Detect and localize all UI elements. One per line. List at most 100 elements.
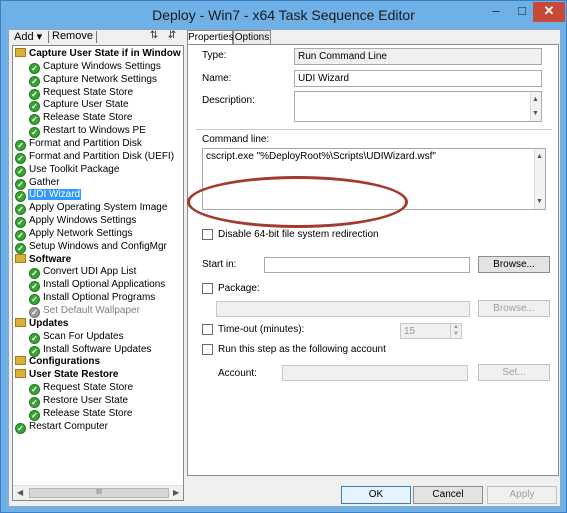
tree-item[interactable]: ✓ Restart Computer bbox=[15, 420, 109, 434]
tree-item-label: Apply Windows Settings bbox=[29, 215, 137, 227]
tree-item[interactable]: ✓ Install Optional Programs bbox=[29, 291, 156, 306]
tree-item[interactable]: ✓ Release State Store bbox=[29, 111, 134, 126]
tree-item[interactable]: Capture User State if in Window bbox=[15, 47, 182, 60]
tree-item-label: Restart Computer bbox=[29, 420, 108, 432]
command-line-input[interactable]: cscript.exe "%DeployRoot%\Scripts\UDIWiz… bbox=[202, 148, 546, 210]
tree-item[interactable]: Configurations bbox=[15, 355, 101, 368]
command-line-label: Command line: bbox=[202, 134, 270, 145]
tree-item[interactable]: ✓ Setup Windows and ConfigMgr bbox=[15, 240, 168, 254]
tree-horizontal-scrollbar[interactable]: ◀ III ▶ bbox=[13, 485, 183, 500]
tree-item[interactable]: ✓ Release State Store bbox=[29, 407, 134, 421]
tree-item-label: Capture Network Settings bbox=[43, 73, 157, 85]
scroll-up-icon[interactable]: ▲ bbox=[536, 149, 543, 164]
package-browse-button[interactable]: Browse... bbox=[478, 300, 550, 317]
disable-redirection-label: Disable 64-bit file system redirection bbox=[218, 229, 379, 240]
tree-item[interactable]: ✓ UDI Wizard bbox=[15, 188, 82, 203]
package-checkbox[interactable] bbox=[202, 283, 213, 294]
tree-item[interactable]: ✓ Restart to Windows PE bbox=[29, 124, 147, 139]
cancel-button[interactable]: Cancel bbox=[413, 486, 483, 504]
tree-item-label: Install Optional Applications bbox=[43, 279, 166, 291]
tree-item[interactable]: ✓ Apply Windows Settings bbox=[15, 214, 137, 229]
tree-item-label: Apply Operating System Image bbox=[29, 202, 168, 214]
tree-item[interactable]: ✓ Install Software Updates bbox=[29, 343, 152, 357]
package-label: Package: bbox=[218, 283, 260, 294]
timeout-checkbox[interactable] bbox=[202, 324, 213, 335]
tree-item-label: Apply Network Settings bbox=[29, 227, 133, 239]
account-label: Account: bbox=[218, 368, 257, 379]
tree-item-label: Setup Windows and ConfigMgr bbox=[29, 240, 167, 252]
tree-item[interactable]: ✓ Capture User State bbox=[29, 98, 130, 113]
scroll-down-icon[interactable]: ▼ bbox=[536, 194, 543, 209]
start-in-label: Start in: bbox=[202, 259, 237, 270]
maximize-button[interactable]: □ bbox=[509, 2, 535, 22]
ok-button[interactable]: OK bbox=[341, 486, 411, 504]
command-line-scrollbar[interactable]: ▲ ▼ bbox=[534, 149, 545, 209]
scroll-left-icon[interactable]: ◀ bbox=[17, 488, 23, 497]
tree-item-label: UDI Wizard bbox=[28, 189, 82, 201]
scroll-down-icon[interactable]: ▼ bbox=[532, 106, 539, 121]
tree-item[interactable]: ✓ Gather bbox=[15, 176, 61, 190]
add-button[interactable]: Add ▾ bbox=[14, 30, 42, 43]
toolbar-divider bbox=[96, 31, 97, 43]
tree-item[interactable]: User State Restore bbox=[15, 368, 119, 381]
tree-item[interactable]: ✓ Capture Network Settings bbox=[29, 73, 158, 87]
name-input[interactable]: UDI Wizard bbox=[294, 70, 542, 87]
window-title: Deploy - Win7 - x64 Task Sequence Editor bbox=[152, 7, 415, 23]
tree-item-label: Scan For Updates bbox=[43, 330, 124, 342]
apply-button[interactable]: Apply bbox=[487, 486, 557, 504]
package-input[interactable] bbox=[216, 301, 470, 317]
disable-redirection-checkbox[interactable] bbox=[202, 229, 213, 240]
scroll-right-icon[interactable]: ▶ bbox=[173, 488, 179, 497]
run-as-label: Run this step as the following account bbox=[218, 344, 386, 355]
tree-item[interactable]: ✓ Request State Store bbox=[29, 86, 134, 100]
start-in-browse-button[interactable]: Browse... bbox=[478, 256, 550, 273]
move-down-icon[interactable]: ⇵ bbox=[166, 30, 178, 42]
tree-item[interactable]: Software bbox=[15, 253, 72, 266]
minimize-button[interactable]: – bbox=[483, 2, 509, 22]
tree-item[interactable]: ✓ Format and Partition Disk (UEFI) bbox=[15, 150, 175, 164]
scroll-thumb[interactable]: III bbox=[29, 488, 169, 498]
tree-item[interactable]: ✓ Restore User State bbox=[29, 394, 129, 408]
start-in-input[interactable] bbox=[264, 257, 470, 273]
tree-item-label: Gather bbox=[29, 176, 60, 188]
description-label: Description: bbox=[202, 95, 255, 106]
tree-item[interactable]: ✓ Apply Operating System Image bbox=[15, 201, 168, 216]
tree-item[interactable]: ✓ Format and Partition Disk bbox=[15, 137, 143, 151]
description-scrollbar[interactable]: ▲ ▼ bbox=[530, 92, 541, 121]
timeout-stepper[interactable]: 15 ▲ ▼ bbox=[400, 323, 462, 339]
timeout-label: Time-out (minutes): bbox=[218, 324, 305, 335]
remove-button[interactable]: Remove bbox=[52, 30, 93, 42]
type-field: Run Command Line bbox=[294, 48, 542, 65]
tree-item[interactable]: ✓ Use Toolkit Package bbox=[15, 163, 120, 177]
move-up-icon[interactable]: ⇅ bbox=[148, 30, 160, 42]
set-account-button[interactable]: Set... bbox=[478, 364, 550, 381]
close-button[interactable]: ✕ bbox=[533, 2, 565, 22]
tree-item[interactable]: ✓ Capture Windows Settings bbox=[29, 60, 162, 74]
folder-icon bbox=[15, 369, 26, 379]
account-input[interactable] bbox=[282, 365, 468, 381]
tree-item-label: Software bbox=[29, 253, 72, 265]
tree-item[interactable]: ✓ Install Optional Applications bbox=[29, 278, 166, 293]
tree-item[interactable]: ✓ Request State Store bbox=[29, 381, 134, 396]
tree-item-label: Request State Store bbox=[43, 382, 134, 394]
tree-item[interactable]: ✓ Apply Network Settings bbox=[15, 227, 133, 241]
toolbar-divider bbox=[48, 31, 49, 43]
task-sequence-tree[interactable]: Capture User State if in Window ✓ Capture … bbox=[12, 45, 184, 501]
folder-icon bbox=[15, 48, 26, 57]
tree-item-label: Convert UDI App List bbox=[43, 266, 137, 278]
tree-item-label: Format and Partition Disk (UEFI) bbox=[29, 150, 175, 162]
tree-item-label: Configurations bbox=[29, 356, 101, 368]
description-input[interactable]: ▲ ▼ bbox=[294, 91, 542, 122]
tree-item-label: Restore User State bbox=[43, 394, 129, 406]
tree-item-label: Updates bbox=[29, 317, 69, 329]
run-as-checkbox[interactable] bbox=[202, 344, 213, 355]
stepper-arrows-icon[interactable]: ▲ ▼ bbox=[450, 324, 461, 338]
tree-item[interactable]: ✓ Set Default Wallpaper bbox=[29, 304, 141, 318]
title-bar[interactable]: Deploy - Win7 - x64 Task Sequence Editor… bbox=[1, 1, 566, 29]
scroll-up-icon[interactable]: ▲ bbox=[532, 92, 539, 107]
tab-options[interactable]: Options bbox=[233, 30, 271, 45]
tree-item[interactable]: ✓ Scan For Updates bbox=[29, 330, 125, 344]
tree-item[interactable]: ✓ Convert UDI App List bbox=[29, 265, 137, 280]
tree-item-label: Capture Windows Settings bbox=[43, 60, 161, 72]
tree-item[interactable]: Updates bbox=[15, 317, 69, 330]
